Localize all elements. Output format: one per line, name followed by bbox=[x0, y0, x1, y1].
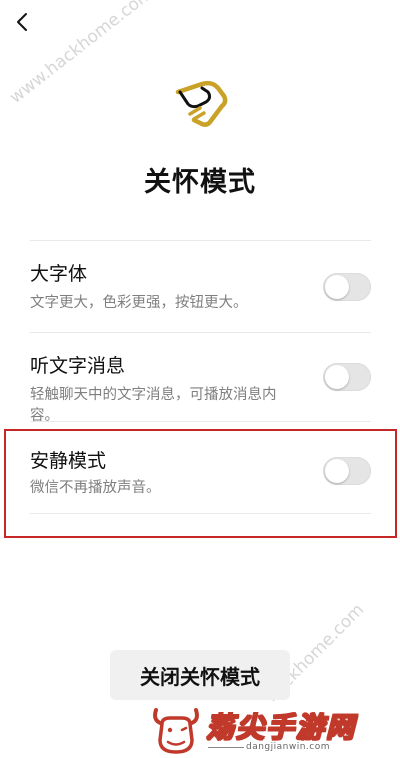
setting-title: 听文字消息 bbox=[30, 355, 126, 377]
divider bbox=[30, 513, 371, 514]
setting-title: 安静模式 bbox=[30, 450, 107, 472]
bull-head-icon bbox=[153, 708, 199, 754]
toggle-knob bbox=[325, 365, 349, 389]
toggle-knob bbox=[325, 275, 349, 299]
setting-row-quiet-mode: 安静模式 微信不再播放声音。 bbox=[30, 422, 371, 513]
site-logo-subtitle: dangjianwin.com bbox=[246, 742, 331, 752]
close-care-mode-button[interactable]: 关闭关怀模式 bbox=[110, 650, 290, 700]
setting-description: 轻触聊天中的文字消息，可播放消息内容。 bbox=[30, 387, 277, 424]
toggle-knob bbox=[325, 459, 349, 483]
site-logo-line bbox=[208, 747, 244, 748]
site-logo: 荡尖手游网 dangjianwin.com bbox=[148, 700, 398, 758]
setting-row-listen-text: 听文字消息 轻触聊天中的文字消息，可播放消息内容。 bbox=[30, 333, 371, 424]
setting-description: 微信不再播放声音。 bbox=[30, 480, 161, 496]
settings-list: 大字体 文字更大，色彩更强，按钮更大。 听文字消息 轻触聊天中的文字消息，可播放… bbox=[30, 240, 371, 514]
back-button[interactable] bbox=[8, 8, 36, 36]
care-hand-icon bbox=[175, 80, 228, 127]
listen-text-toggle[interactable] bbox=[323, 363, 371, 391]
site-logo-name: 荡尖手游网 bbox=[205, 710, 357, 745]
quiet-mode-toggle[interactable] bbox=[323, 457, 371, 485]
setting-row-large-font: 大字体 文字更大，色彩更强，按钮更大。 bbox=[30, 241, 371, 332]
setting-description: 文字更大，色彩更强，按钮更大。 bbox=[30, 295, 248, 311]
large-font-toggle[interactable] bbox=[323, 273, 371, 301]
setting-title: 大字体 bbox=[30, 263, 88, 285]
page-title: 关怀模式 bbox=[144, 167, 256, 198]
chevron-left-icon bbox=[17, 13, 27, 31]
